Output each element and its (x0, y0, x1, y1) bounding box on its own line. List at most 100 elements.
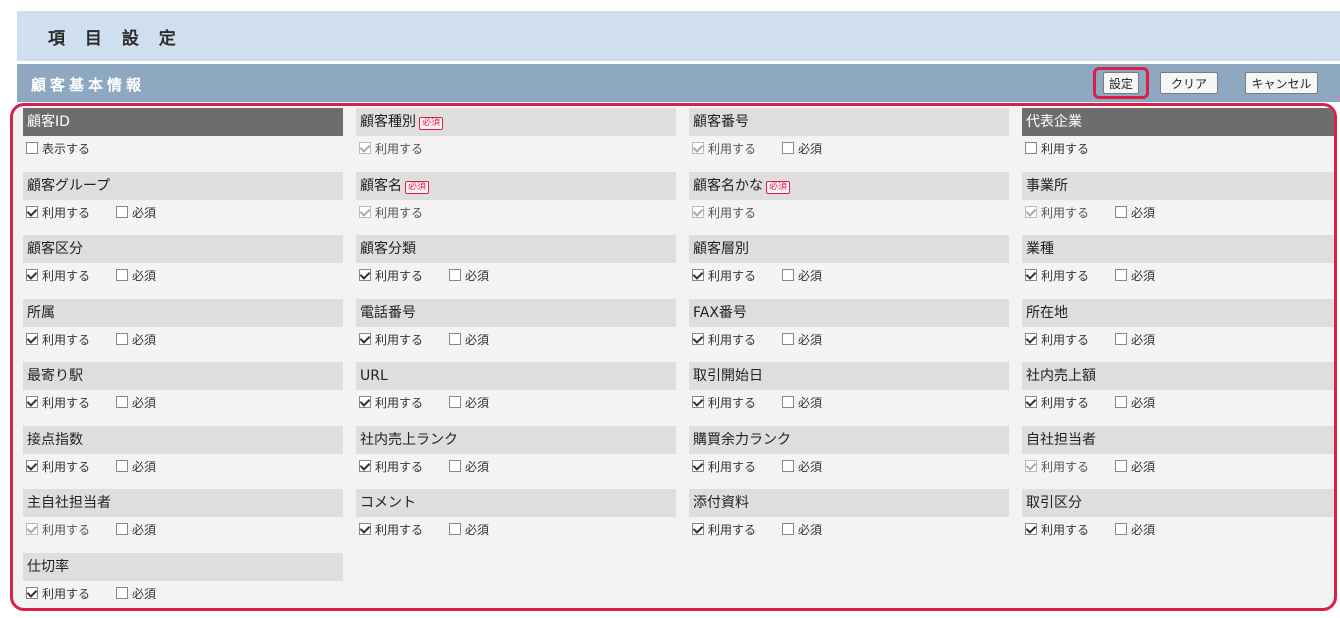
required-checkbox[interactable]: 必須 (782, 332, 823, 347)
page-title: 項 目 設 定 (48, 29, 183, 49)
required-checkbox[interactable]: 必須 (782, 396, 822, 410)
required-checkbox[interactable]: 必須 (116, 332, 156, 347)
checkbox-icon (26, 586, 38, 599)
required-checkbox[interactable]: 必須 (116, 269, 156, 283)
cancel-button[interactable]: キャンセル (1245, 72, 1318, 94)
use-checkbox[interactable]: 利用する (1025, 396, 1089, 410)
required-checkbox[interactable]: 必須 (1115, 459, 1155, 474)
required-checkbox[interactable]: 必須 (782, 142, 822, 156)
checkbox-label: 必須 (465, 396, 490, 410)
field-label: 顧客分類 (356, 235, 676, 263)
checkbox-label: 必須 (798, 332, 823, 347)
use-checkbox[interactable]: 利用する (692, 523, 756, 537)
field-label-text: 添付資料 (693, 495, 749, 511)
required-checkbox[interactable]: 必須 (116, 459, 156, 474)
field-cell: 自社担当者利用する 必須 (1022, 425, 1334, 486)
checkbox-label: 必須 (465, 332, 490, 347)
required-checkbox[interactable]: 必須 (1115, 269, 1155, 283)
required-checkbox[interactable]: 必須 (449, 396, 489, 410)
use-checkbox[interactable]: 利用する (1025, 142, 1089, 156)
use-checkbox[interactable]: 利用する (26, 459, 90, 474)
checkbox-icon (26, 332, 38, 345)
use-checkbox[interactable]: 利用する (26, 396, 90, 410)
use-checkbox[interactable]: 利用する (1025, 269, 1089, 283)
section-bar: 顧客基本情報 設定 クリア キャンセル (17, 64, 1340, 102)
required-checkbox[interactable]: 必須 (782, 459, 822, 474)
checkbox-icon (692, 269, 704, 281)
checkbox-icon (449, 396, 462, 408)
required-checkbox[interactable]: 必須 (1115, 523, 1155, 537)
clear-button[interactable]: クリア (1160, 72, 1218, 94)
use-checkbox[interactable]: 利用する (359, 396, 423, 410)
use-checkbox[interactable]: 利用する (26, 586, 91, 601)
checkbox-label: 必須 (465, 269, 490, 283)
use-checkbox[interactable]: 利用する (359, 459, 424, 474)
field-label-text: 取引開始日 (693, 368, 763, 384)
checkbox-icon (782, 142, 795, 154)
field-options: 利用する 必須 (1022, 455, 1334, 478)
checkbox-label: 利用する (42, 586, 91, 601)
checkbox-label: 必須 (1131, 205, 1156, 220)
use-checkbox[interactable]: 利用する (1025, 523, 1089, 537)
field-label-text: 自社担当者 (1026, 431, 1096, 448)
checkbox-icon (116, 332, 129, 345)
checkbox-label: 利用する (375, 459, 424, 474)
field-label: 取引開始日 (689, 362, 1009, 390)
checkbox-label: 利用する (42, 205, 91, 220)
required-checkbox[interactable]: 必須 (116, 396, 156, 410)
checkbox-icon (1025, 205, 1037, 218)
use-checkbox[interactable]: 利用する (359, 523, 423, 537)
field-options: 利用する 必須 (23, 328, 343, 351)
field-label: 所属 (23, 298, 343, 327)
required-checkbox[interactable]: 必須 (1115, 205, 1156, 220)
use-checkbox[interactable]: 利用する (692, 332, 757, 347)
field-options: 利用する 必須 (356, 265, 676, 287)
field-options: 利用する 必須 (689, 138, 1009, 160)
checkbox-icon (692, 459, 704, 472)
required-checkbox[interactable]: 必須 (116, 586, 157, 601)
required-checkbox[interactable]: 必須 (449, 269, 489, 283)
required-checkbox[interactable]: 必須 (782, 523, 822, 537)
checkbox-label: 利用する (1041, 332, 1090, 347)
checkbox-label: 利用する (708, 332, 757, 347)
use-checkbox[interactable]: 利用する (26, 205, 91, 220)
use-checkbox[interactable]: 利用する (1025, 332, 1090, 347)
field-label-text: 顧客区分 (27, 241, 83, 257)
checkbox-label: 必須 (132, 586, 157, 601)
required-checkbox[interactable]: 必須 (782, 269, 822, 283)
use-checkbox[interactable]: 利用する (26, 269, 90, 283)
use-checkbox[interactable]: 利用する (359, 269, 423, 283)
required-checkbox[interactable]: 必須 (116, 523, 156, 537)
use-checkbox[interactable]: 利用する (692, 269, 756, 283)
checkbox-label: 利用する (42, 332, 91, 347)
required-checkbox[interactable]: 必須 (449, 459, 489, 474)
field-label: 事業所 (1022, 171, 1334, 200)
checkbox-label: 必須 (798, 396, 823, 410)
use-checkbox: 利用する (692, 142, 756, 156)
use-checkbox[interactable]: 利用する (26, 332, 91, 347)
checkbox-icon (359, 396, 371, 408)
required-checkbox[interactable]: 必須 (116, 205, 156, 220)
use-checkbox: 利用する (359, 142, 423, 156)
required-checkbox[interactable]: 必須 (1115, 396, 1155, 410)
field-options: 利用する 必須 (23, 582, 343, 605)
checkbox-label: 利用する (42, 396, 91, 410)
field-cell: 接点指数 利用する 必須 (23, 425, 343, 486)
required-checkbox[interactable]: 必須 (449, 523, 489, 537)
required-checkbox[interactable]: 必須 (449, 332, 490, 347)
checkbox-icon (449, 459, 462, 472)
field-cell: 最寄り駅 利用する 必須 (23, 362, 343, 422)
use-checkbox[interactable]: 利用する (359, 332, 423, 347)
checkbox-icon (359, 459, 371, 472)
field-options: 利用する 必須 (1022, 265, 1334, 287)
checkbox-icon (1025, 396, 1037, 408)
set-button[interactable]: 設定 (1103, 72, 1139, 94)
use-checkbox[interactable]: 利用する (692, 396, 756, 410)
required-checkbox[interactable]: 必須 (1115, 332, 1155, 347)
show-checkbox[interactable]: 表示する (26, 142, 90, 156)
field-options: 利用する 必須 (23, 265, 343, 287)
field-options: 利用する 必須 (1022, 519, 1334, 541)
field-options: 利用する 必須 (689, 328, 1009, 351)
use-checkbox[interactable]: 利用する (692, 459, 756, 474)
checkbox-label: 利用する (375, 396, 424, 410)
